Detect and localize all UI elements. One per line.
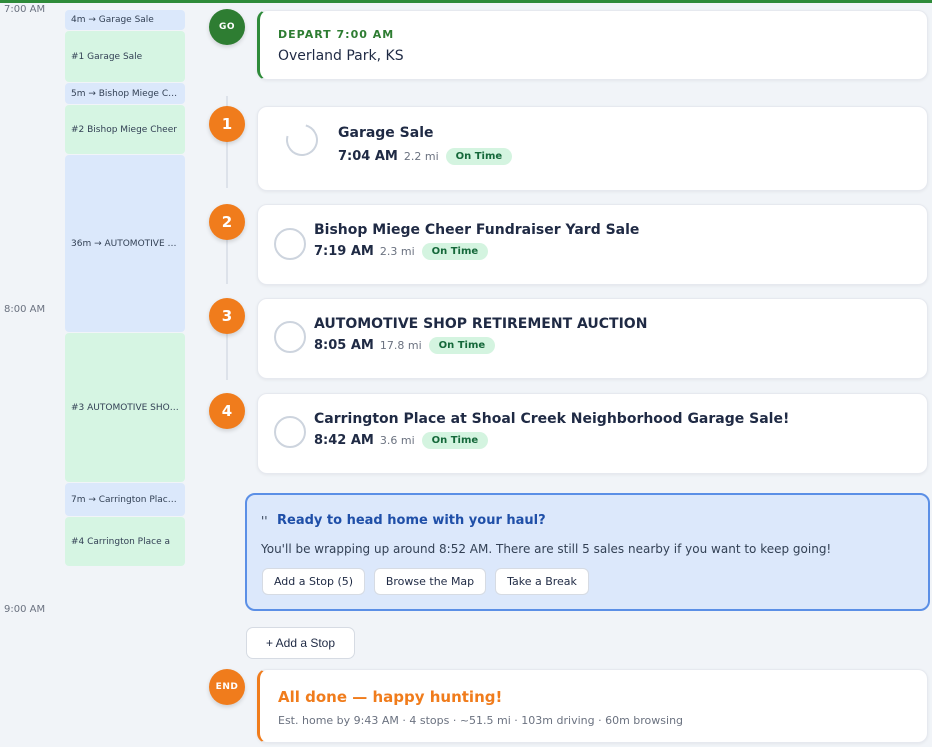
stop-title: AUTOMOTIVE SHOP RETIREMENT AUCTION: [314, 316, 648, 332]
hour-label: 8:00 AM: [4, 304, 46, 315]
timeline-block-drive[interactable]: 5m → Bishop Miege Cheer: [65, 83, 185, 104]
end-badge: END: [209, 669, 245, 705]
stop-number-badge: 4: [209, 393, 245, 429]
visit-checkbox[interactable]: [280, 118, 324, 162]
stop-distance: 17.8 mi: [379, 339, 422, 352]
status-badge: On Time: [421, 432, 489, 449]
hour-label: 9:00 AM: [4, 604, 46, 615]
arrival-time: 7:19 AM: [314, 244, 374, 259]
visit-checkbox[interactable]: [274, 321, 306, 353]
depart-card[interactable]: DEPART 7:00 AM Overland Park, KS: [257, 10, 928, 80]
timeline-block-stop[interactable]: #2 Bishop Miege Cheer: [65, 105, 185, 154]
timeline-block-stop[interactable]: #1 Garage Sale: [65, 31, 185, 82]
stop-distance: 2.3 mi: [379, 245, 415, 258]
stop-number-badge: 1: [209, 106, 245, 142]
stop-card[interactable]: Garage Sale 7:04 AM 2.2 mi On Time: [257, 106, 928, 191]
arrival-time: 8:42 AM: [314, 433, 374, 448]
stop-title: Bishop Miege Cheer Fundraiser Yard Sale: [314, 222, 640, 238]
visit-checkbox[interactable]: [274, 228, 306, 260]
stop-card[interactable]: AUTOMOTIVE SHOP RETIREMENT AUCTION 8:05 …: [257, 298, 928, 379]
status-badge: On Time: [445, 148, 513, 165]
timeline-block-drive[interactable]: 36m → AUTOMOTIVE SHOP: [65, 155, 185, 332]
stop-number-badge: 3: [209, 298, 245, 334]
stop-distance: 2.2 mi: [403, 150, 439, 163]
head-home-suggestion: '' Ready to head home with your haul? Yo…: [245, 493, 930, 611]
depart-location: Overland Park, KS: [278, 48, 404, 64]
suggestion-title: Ready to head home with your haul?: [277, 513, 546, 528]
finish-card: All done — happy hunting! Est. home by 9…: [257, 669, 928, 743]
go-badge: GO: [209, 9, 245, 45]
status-badge: On Time: [428, 337, 496, 354]
stop-title: Garage Sale: [338, 125, 434, 141]
stop-meta: 7:04 AM 2.2 mi On Time: [338, 148, 513, 165]
visit-checkbox[interactable]: [274, 416, 306, 448]
add-stop-suggestion-button[interactable]: Add a Stop (5): [262, 568, 365, 595]
timeline-block-drive[interactable]: 4m → Garage Sale: [65, 10, 185, 30]
stop-title: Carrington Place at Shoal Creek Neighbor…: [314, 411, 790, 427]
stop-card[interactable]: Bishop Miege Cheer Fundraiser Yard Sale …: [257, 204, 928, 285]
arrival-time: 8:05 AM: [314, 338, 374, 353]
trip-summary: Est. home by 9:43 AM · 4 stops · ~51.5 m…: [278, 714, 684, 727]
stop-number-badge: 2: [209, 204, 245, 240]
stop-meta: 8:05 AM 17.8 mi On Time: [314, 337, 496, 354]
browse-map-button[interactable]: Browse the Map: [374, 568, 486, 595]
stop-distance: 3.6 mi: [379, 434, 415, 447]
timeline-block-stop[interactable]: #3 AUTOMOTIVE SHOP RE: [65, 333, 185, 482]
arrival-time: 7:04 AM: [338, 149, 398, 164]
timeline-block-stop[interactable]: #4 Carrington Place a: [65, 517, 185, 566]
hour-label: 7:00 AM: [4, 4, 46, 15]
stop-meta: 7:19 AM 2.3 mi On Time: [314, 243, 489, 260]
quote-icon: '': [261, 514, 268, 528]
depart-time-label: DEPART 7:00 AM: [278, 28, 395, 41]
timeline-block-drive[interactable]: 7m → Carrington Place at: [65, 483, 185, 516]
stop-card[interactable]: Carrington Place at Shoal Creek Neighbor…: [257, 393, 928, 474]
top-accent-bar: [0, 0, 932, 3]
route-connector: [226, 334, 228, 380]
stop-meta: 8:42 AM 3.6 mi On Time: [314, 432, 489, 449]
status-badge: On Time: [421, 243, 489, 260]
finish-title: All done — happy hunting!: [278, 688, 503, 706]
suggestion-text: You'll be wrapping up around 8:52 AM. Th…: [261, 542, 832, 556]
add-stop-button[interactable]: + Add a Stop: [246, 627, 355, 659]
take-break-button[interactable]: Take a Break: [495, 568, 589, 595]
route-connector: [226, 240, 228, 284]
